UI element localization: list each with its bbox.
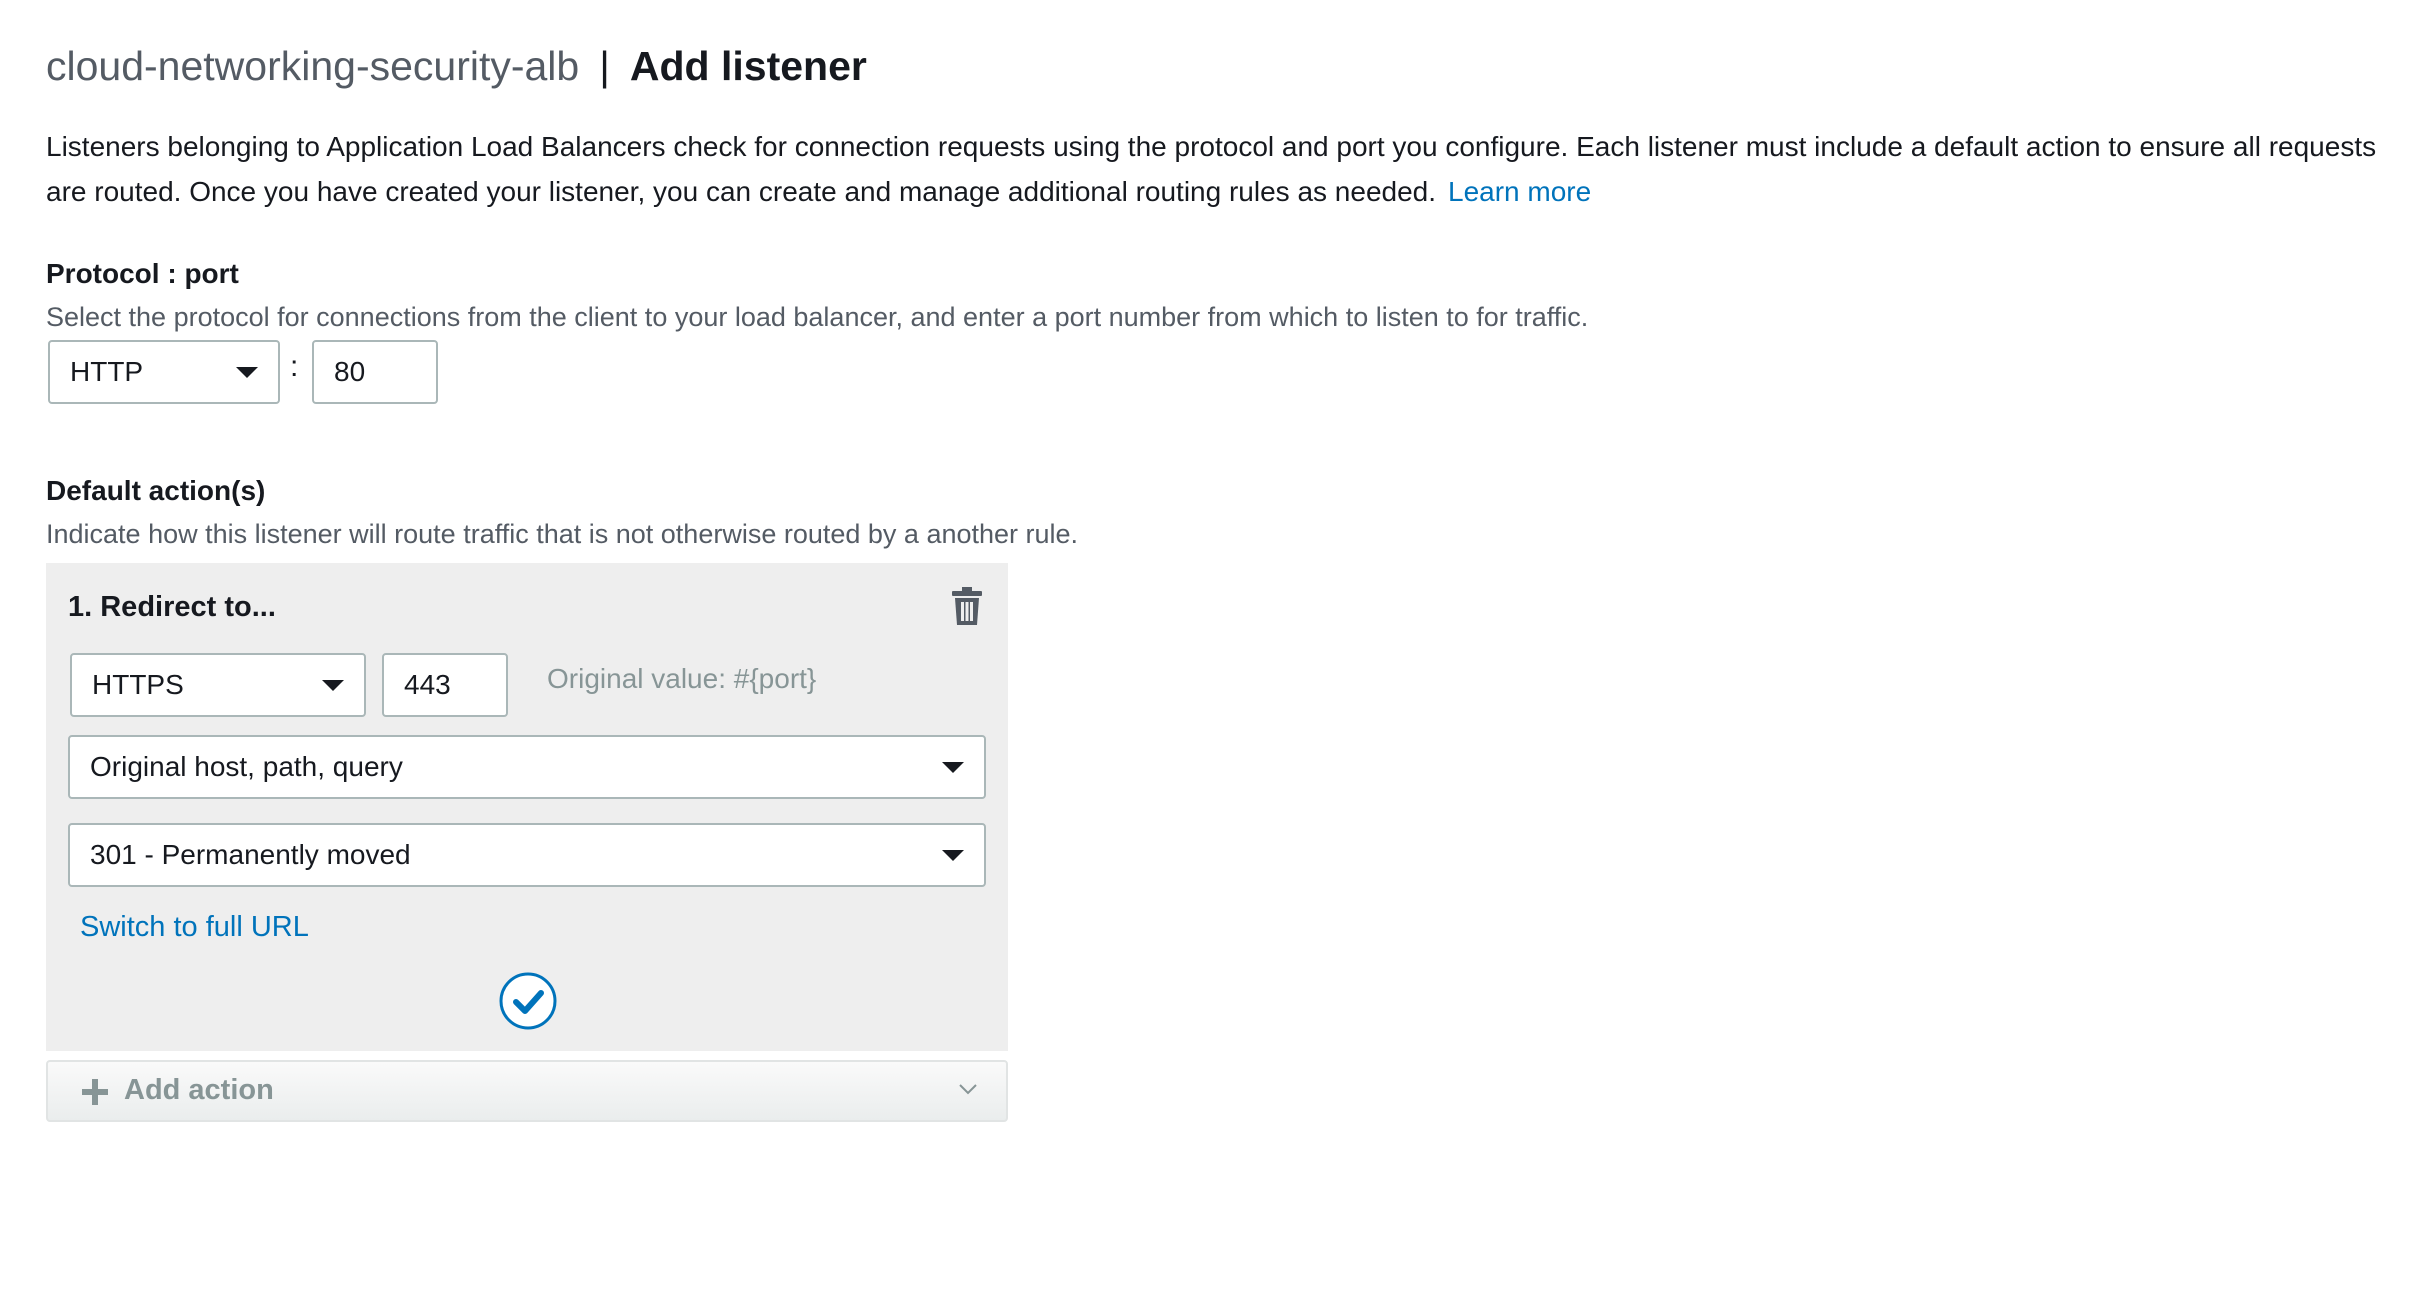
add-action-label: Add action [124, 1074, 274, 1106]
switch-to-full-url-link[interactable]: Switch to full URL [80, 911, 309, 944]
status-code-select[interactable]: 301 - Permanently moved [68, 823, 986, 887]
redirect-protocol-select[interactable]: HTTPS [70, 653, 366, 717]
redirect-target-select[interactable]: Original host, path, query [68, 735, 986, 799]
listener-protocol-value: HTTP [70, 356, 144, 387]
original-value-hint: Original value: #{port} [547, 663, 817, 694]
protocol-port-colon: : [290, 350, 299, 383]
checkmark-circle-icon[interactable] [499, 972, 557, 1030]
protocol-port-description: Select the protocol for connections from… [46, 302, 1589, 332]
caret-down-icon [942, 850, 964, 861]
listener-port-value: 80 [334, 356, 366, 387]
action-title: 1. Redirect to... [68, 591, 276, 623]
add-listener-page: cloud-networking-security-alb | Add listen… [0, 0, 2414, 1308]
default-actions-description: Indicate how this listener will route tr… [46, 519, 1079, 549]
caret-down-icon [236, 367, 258, 378]
listener-port-input[interactable]: 80 [312, 340, 438, 404]
redirect-target-value: Original host, path, query [90, 751, 403, 782]
redirect-port-value: 443 [404, 669, 451, 700]
caret-down-icon [322, 680, 344, 691]
trash-icon[interactable] [952, 587, 982, 625]
add-action-button[interactable]: Add action [46, 1060, 1008, 1122]
status-code-value: 301 - Permanently moved [90, 839, 411, 870]
learn-more-link[interactable]: Learn more [1448, 176, 1591, 207]
listener-protocol-select[interactable]: HTTP [48, 340, 280, 404]
intro-text: Listeners belonging to Application Load … [46, 124, 2414, 214]
redirect-action-panel: 1. Redirect to... HTTPS 443 Original val… [46, 563, 1008, 1051]
chevron-down-icon [959, 1084, 977, 1095]
redirect-protocol-value: HTTPS [92, 669, 184, 700]
intro-line-2: are routed. Once you have created your l… [46, 169, 2414, 214]
page-heading: Add listener [629, 43, 867, 89]
protocol-port-label: Protocol : port [46, 258, 239, 289]
default-actions-label: Default action(s) [46, 475, 266, 506]
plus-icon [82, 1079, 108, 1105]
caret-down-icon [942, 762, 964, 773]
intro-line-2-text: are routed. Once you have created your l… [46, 176, 1437, 207]
page-title: cloud-networking-security-alb | Add listen… [46, 40, 867, 92]
redirect-port-input[interactable]: 443 [382, 653, 508, 717]
load-balancer-name: cloud-networking-security-alb [46, 43, 580, 89]
intro-line-1: Listeners belonging to Application Load … [46, 131, 2377, 162]
title-separator: | [599, 43, 610, 89]
